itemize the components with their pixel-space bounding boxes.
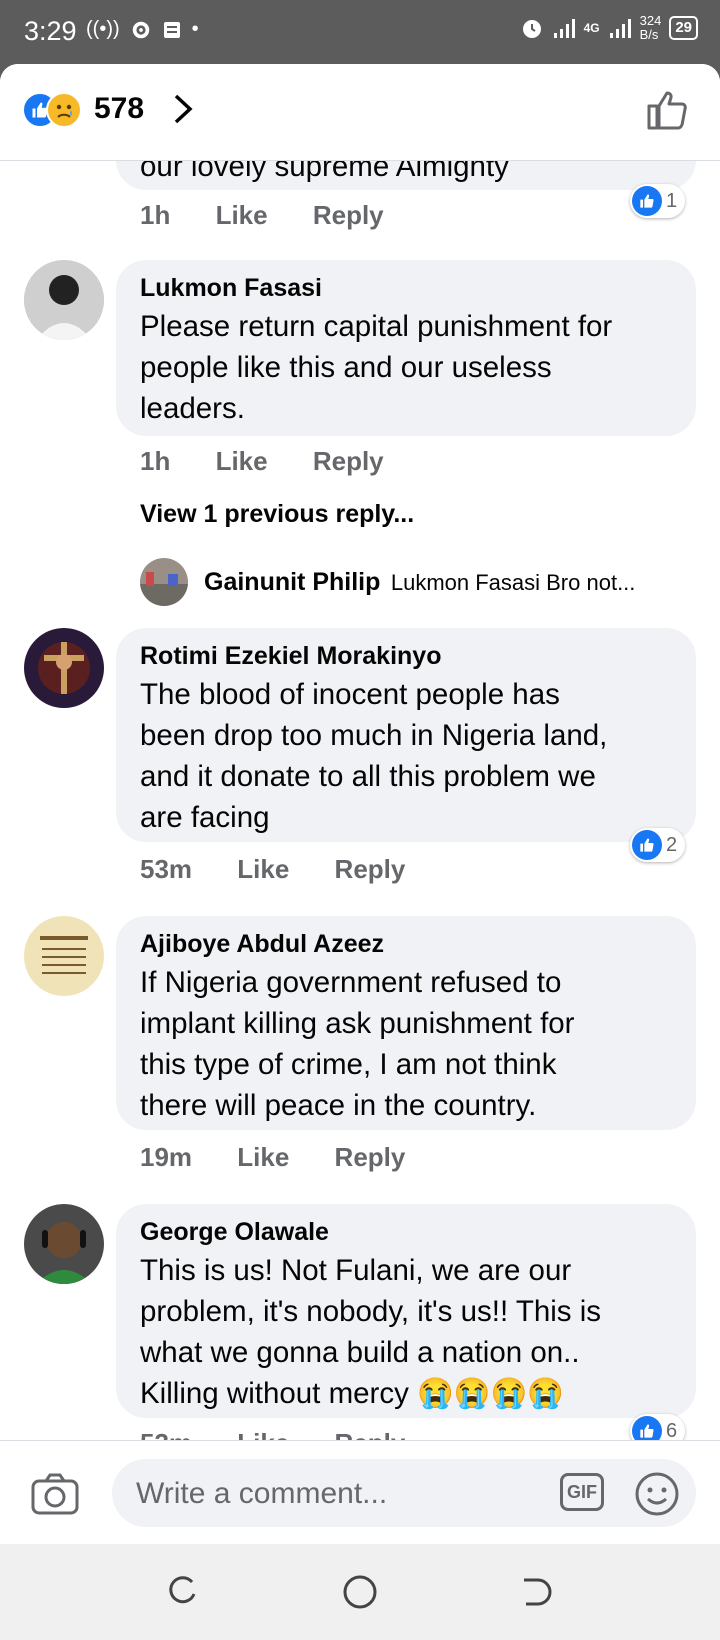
- comment-like-button[interactable]: Like: [237, 1142, 289, 1172]
- comment-reaction-badge[interactable]: 1: [630, 184, 686, 218]
- speed-unit: B/s: [639, 27, 659, 42]
- network-label: 4G: [583, 21, 600, 35]
- comment-line: are facing: [140, 801, 270, 834]
- comment-author[interactable]: Lukmon Fasasi: [140, 274, 322, 303]
- reaction-count[interactable]: 578: [94, 92, 144, 126]
- comment-reply-button[interactable]: Reply: [313, 446, 384, 476]
- comment-like-button[interactable]: Like: [237, 854, 289, 884]
- avatar[interactable]: [24, 1204, 104, 1284]
- comment-author[interactable]: Ajiboye Abdul Azeez: [140, 930, 384, 959]
- recent-apps-icon[interactable]: [166, 1576, 198, 1608]
- comment-text: This is us! Not Fulani, we are our probl…: [140, 1250, 601, 1414]
- home-icon[interactable]: [342, 1574, 378, 1610]
- avatar[interactable]: [24, 628, 104, 708]
- comment-author[interactable]: George Olawale: [140, 1218, 329, 1247]
- back-icon[interactable]: [520, 1576, 552, 1608]
- comment-meta: 19m Like Reply: [140, 1142, 443, 1173]
- reply-snippet: Lukmon Fasasi Bro not...: [390, 570, 636, 595]
- comments-feed: our lovely supreme Almighty 1h Like Repl…: [0, 160, 720, 1440]
- avatar[interactable]: [24, 260, 104, 340]
- comment-reply-button[interactable]: Reply: [335, 854, 406, 884]
- comment-line: and it donate to all this problem we: [140, 760, 596, 793]
- dot-icon: •: [191, 18, 199, 40]
- comment-reply-button[interactable]: Reply: [335, 1142, 406, 1172]
- comment-line: this type of crime, I am not think: [140, 1048, 557, 1081]
- status-time: 3:29: [24, 16, 77, 46]
- signal-icon-2: [609, 19, 631, 38]
- like-post-icon[interactable]: [646, 88, 690, 132]
- comment-meta: 1h Like Reply: [140, 446, 422, 477]
- sad-icon: [46, 92, 82, 128]
- reaction-count: 6: [666, 1419, 678, 1441]
- comment-meta: 53m Like Reply: [140, 1428, 443, 1440]
- comment-line: there will peace in the country.: [140, 1089, 537, 1122]
- reaction-icons[interactable]: [22, 92, 82, 128]
- notes-icon: [163, 21, 180, 38]
- reply-avatar[interactable]: [140, 558, 188, 606]
- comment-reaction-badge[interactable]: 6: [630, 1414, 686, 1441]
- comment-time: 53m: [140, 854, 193, 884]
- like-icon: [632, 1416, 662, 1440]
- status-left-icons: ((•)) •: [86, 18, 199, 41]
- speed-value: 324: [639, 13, 662, 28]
- comment-time: 53m: [140, 1428, 192, 1440]
- comment-time: 1h: [140, 200, 171, 230]
- comment-author[interactable]: Rotimi Ezekiel Morakinyo: [140, 642, 441, 671]
- comment-line: Please return capital punishment for: [140, 310, 613, 343]
- reaction-count: 1: [666, 189, 678, 212]
- comments-sheet: 578 our lovely supreme Almighty 1h Like …: [0, 64, 720, 1544]
- comment-line: implant killing ask punishment for: [140, 1007, 575, 1040]
- avatar[interactable]: [24, 916, 104, 996]
- battery-indicator: 29: [669, 16, 698, 40]
- comment-text: If Nigeria government refused to implant…: [140, 962, 575, 1126]
- comment-time: 19m: [140, 1142, 193, 1172]
- comment-text: our lovely supreme Almighty: [140, 160, 509, 183]
- camera-icon[interactable]: [30, 1473, 80, 1515]
- comment-meta: 53m Like Reply: [140, 854, 443, 885]
- chevron-right-icon[interactable]: [170, 92, 198, 126]
- comment-like-button[interactable]: Like: [216, 446, 268, 476]
- comment-meta: 1h Like Reply: [140, 200, 422, 231]
- status-bar: 3:29 ((•)) • 4G 324 B/s 29: [0, 0, 720, 64]
- gif-button[interactable]: GIF: [560, 1473, 604, 1511]
- reply-author[interactable]: Gainunit Philip: [204, 568, 380, 596]
- comment-line: been drop too much in Nigeria land,: [140, 719, 608, 752]
- hotspot-icon: ((•)): [86, 18, 120, 40]
- comment-line: leaders.: [140, 392, 245, 425]
- comment-reply-button[interactable]: Reply: [313, 200, 384, 230]
- comment-like-button[interactable]: Like: [237, 1428, 289, 1440]
- comment-input-placeholder: Write a comment...: [136, 1477, 388, 1510]
- gear-icon: [132, 21, 149, 38]
- comment-text: The blood of inocent people has been dro…: [140, 674, 607, 838]
- comment-reply-button[interactable]: Reply: [335, 1428, 406, 1440]
- gif-label: GIF: [567, 1482, 597, 1502]
- system-navigation-bar: [0, 1544, 720, 1640]
- comment-like-button[interactable]: Like: [216, 200, 268, 230]
- comment-line: what we gonna build a nation on..: [140, 1336, 580, 1369]
- comment-line: problem, it's nobody, it's us!! This is: [140, 1295, 602, 1328]
- comment-line: The blood of inocent people has: [140, 678, 560, 711]
- comment-line: people like this and our useless: [140, 351, 552, 384]
- reaction-count: 2: [666, 833, 678, 856]
- comment-time: 1h: [140, 446, 171, 476]
- comment-text: Please return capital punishment for peo…: [140, 306, 612, 429]
- comment-reaction-badge[interactable]: 2: [630, 828, 686, 862]
- speed-indicator: 324 B/s: [640, 14, 662, 42]
- comment-composer: Write a comment... GIF: [0, 1440, 720, 1544]
- signal-icon: [553, 19, 575, 38]
- comment-line: Killing without mercy 😭😭😭😭: [140, 1377, 564, 1410]
- comment-line: This is us! Not Fulani, we are our: [140, 1254, 572, 1287]
- comment-line: If Nigeria government refused to: [140, 966, 562, 999]
- like-icon: [632, 830, 662, 860]
- reply-preview[interactable]: Gainunit Philip Lukmon Fasasi Bro not...: [204, 568, 635, 597]
- view-previous-replies[interactable]: View 1 previous reply...: [140, 500, 414, 529]
- like-icon: [632, 186, 662, 216]
- status-right-icons: 4G 324 B/s 29: [520, 14, 698, 42]
- comments-header: 578: [0, 64, 720, 161]
- alarm-icon: [522, 20, 541, 38]
- emoji-icon[interactable]: [634, 1471, 680, 1517]
- comment-input[interactable]: Write a comment... GIF: [112, 1459, 696, 1527]
